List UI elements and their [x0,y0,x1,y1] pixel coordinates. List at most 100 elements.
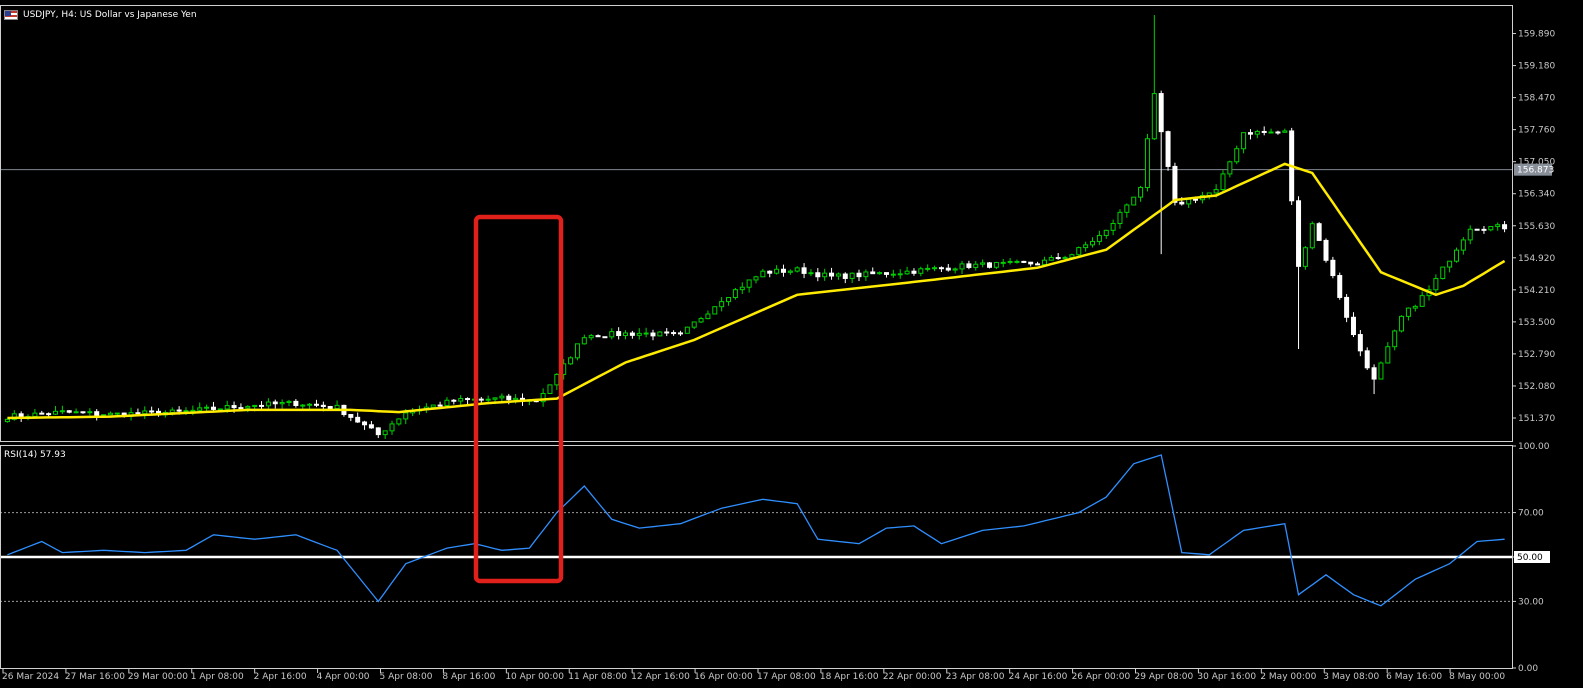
candle-body [808,272,814,275]
candle-body [1350,316,1356,336]
time-tick-label: 8 May 00:00 [1449,672,1505,682]
candle-body [1323,239,1329,261]
candle-body [1131,196,1137,206]
rsi-line [7,454,1505,607]
candle-body [66,410,72,413]
price-tick-label: 151.370 [1518,414,1555,424]
candle-body [1371,367,1377,380]
time-tick-label: 26 Apr 00:00 [1072,672,1131,682]
candle-body [677,332,683,335]
candle-body [1405,307,1411,317]
candle-body [169,409,175,414]
candle-body [911,270,917,274]
time-tick-label: 29 Apr 08:00 [1135,672,1194,682]
candle-body [925,267,931,270]
candle-body [1151,93,1157,140]
rsi-label: RSI(14) 57.93 [4,450,66,460]
candle-body [1007,260,1013,263]
candle-body [574,343,580,359]
candle-body [320,404,326,408]
candle-body [1124,204,1130,213]
candle-body [451,399,457,402]
candle-body [513,397,519,401]
current-price-label: 156.873 [1517,166,1554,176]
price-tick-label: 159.180 [1518,62,1555,72]
candle-body [1090,240,1096,246]
price-tick-label: 157.760 [1518,126,1555,136]
candles-group [4,15,1508,439]
candle-body [856,272,862,278]
candle-body [1467,228,1473,241]
moving-average-line [7,162,1506,420]
candle-body [1399,315,1405,332]
candle-body [705,313,711,320]
candle-body [114,412,120,415]
candle-body [458,398,464,402]
price-tick-label: 154.210 [1518,286,1555,296]
candle-body [993,261,999,268]
candle-body [890,273,896,276]
candle-body [327,406,333,410]
candle-body [142,410,148,415]
candle-body [1460,239,1466,251]
price-tick-label: 152.790 [1518,350,1555,360]
candle-body [732,289,738,298]
candle-body [1495,224,1501,228]
candle-body [259,404,265,407]
candle-body [1481,228,1487,231]
candle-body [46,413,52,416]
candle-body [59,410,65,413]
candle-body [698,318,704,323]
time-tick-label: 6 May 16:00 [1386,672,1442,682]
candle-body [581,337,587,345]
candle-body [822,272,828,278]
candle-body [252,404,258,407]
candle-body [1296,200,1302,267]
candle-body [547,384,553,394]
candle-body [973,263,979,268]
candle-body [1254,130,1260,135]
candle-body [1261,130,1267,133]
candle-body [1419,295,1425,307]
candle-body [135,412,141,415]
candle-body [1316,223,1322,241]
candle-body [238,407,244,410]
candle-body [1021,260,1027,263]
candle-body [176,409,182,412]
candle-body [952,268,958,271]
time-tick-label: 4 Apr 00:00 [317,672,370,682]
candle-body [966,263,972,268]
candle-body [938,267,944,270]
candle-body [1014,260,1020,263]
candle-body [1000,261,1006,264]
price-tick-label: 159.890 [1518,30,1555,40]
candle-body [1453,249,1459,262]
candle-body [485,398,491,401]
candle-body [478,398,484,401]
candle-body [1357,334,1363,352]
candle-body [87,411,93,414]
price-tick-label: 155.630 [1518,222,1555,232]
candle-body [1309,223,1315,249]
symbol-label: USDJPY, H4: US Dollar vs Japanese Yen [23,10,197,20]
candle-body [842,273,848,279]
candle-body [382,430,388,436]
candle-body [1302,247,1308,267]
candle-body [1337,275,1343,298]
candle-body [307,403,313,406]
candle-body [1474,228,1480,231]
candle-body [1103,229,1109,236]
candle-body [149,410,155,413]
candle-body [568,357,574,365]
time-tick-label: 22 Apr 00:00 [883,672,942,682]
candle-body [1220,173,1226,191]
candle-body [1062,256,1068,259]
candle-body [506,395,512,401]
candle-body [780,268,786,273]
rsi-tick-label: 0.00 [1518,664,1538,674]
candle-body [609,331,615,338]
candle-body [1179,201,1185,205]
candle-body [1028,261,1034,265]
candle-body [1234,148,1240,163]
price-tick-label: 153.500 [1518,318,1555,328]
